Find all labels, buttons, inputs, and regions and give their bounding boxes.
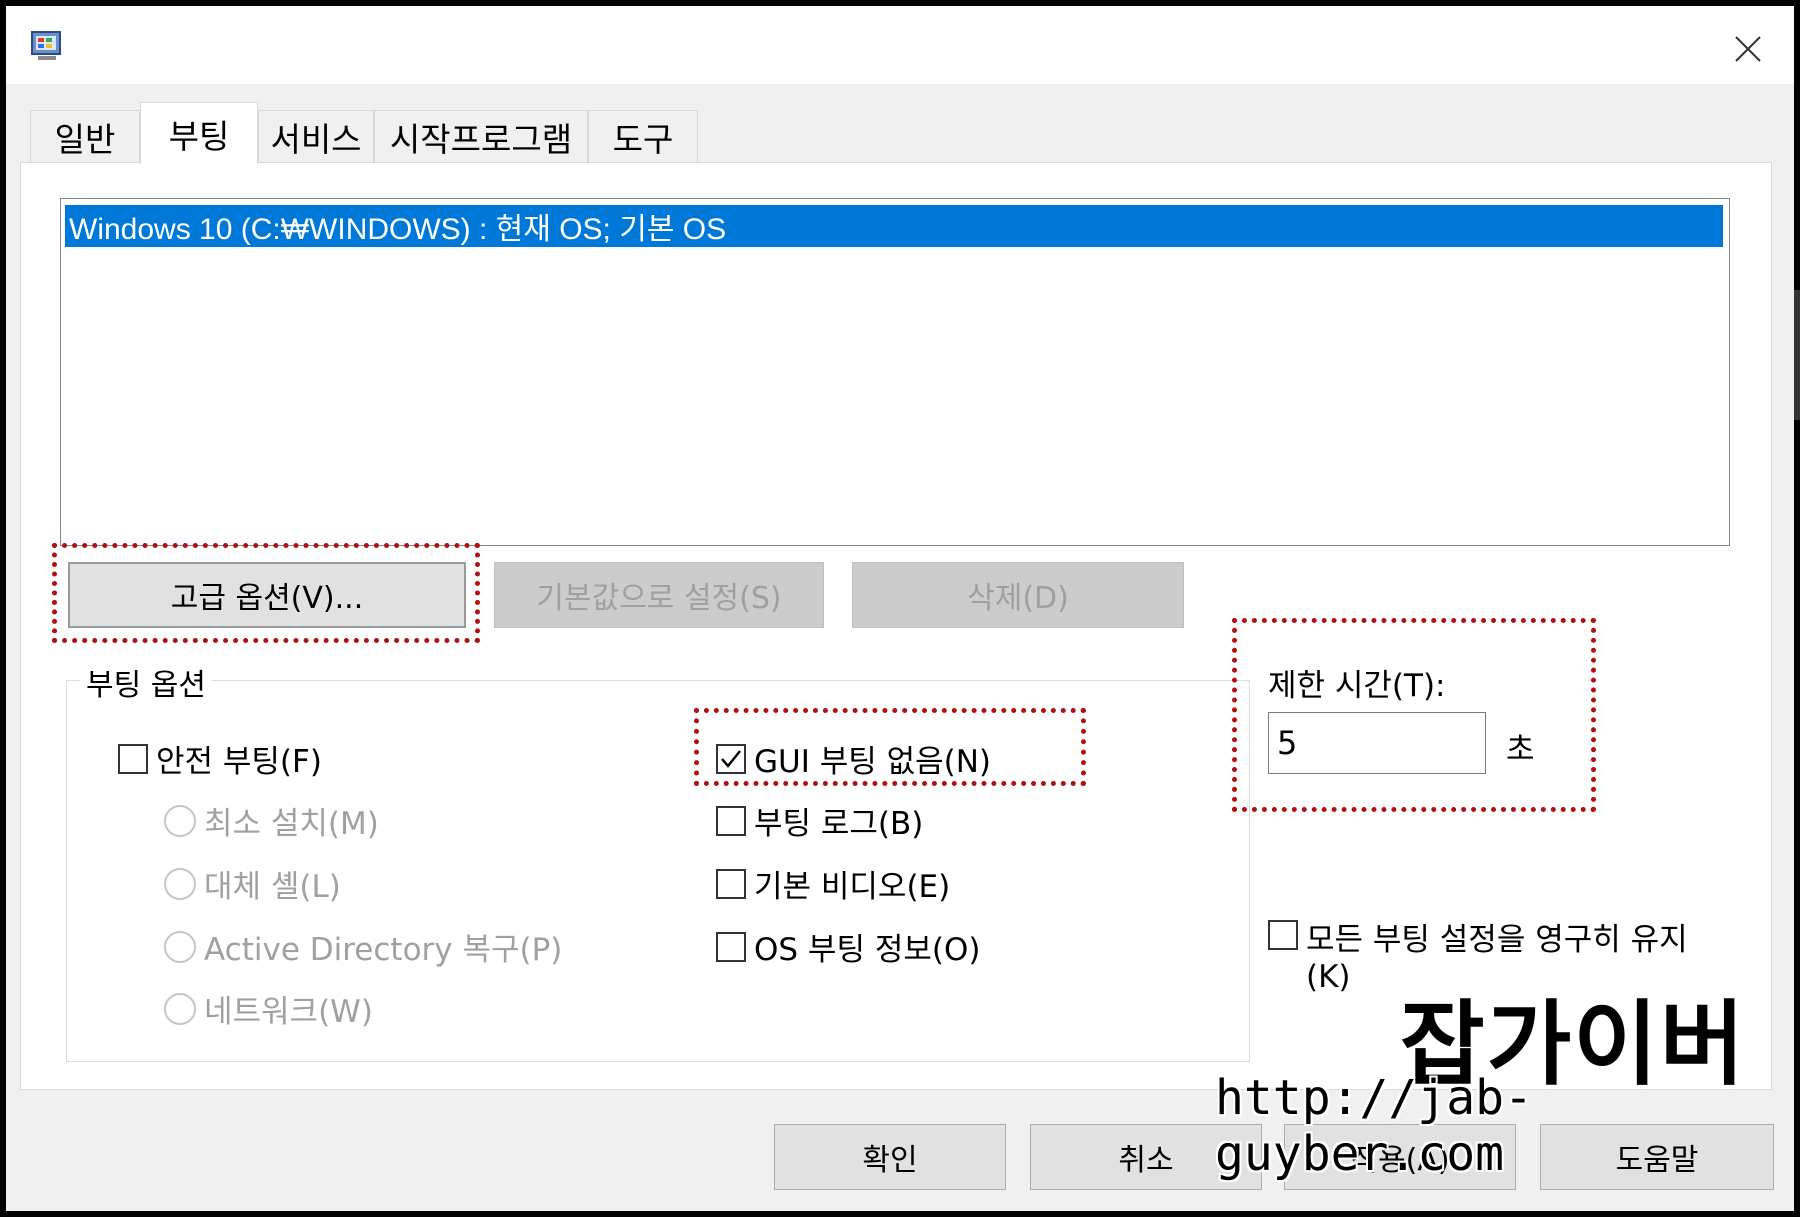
- boot-log-checkbox[interactable]: [716, 805, 746, 836]
- network-option[interactable]: 네트워크(W): [164, 986, 373, 1031]
- minimal-label: 최소 설치(M): [204, 806, 379, 842]
- tab-boot[interactable]: 부팅: [140, 102, 258, 164]
- highlight-advanced-options: [52, 543, 480, 643]
- safe-boot-option[interactable]: 안전 부팅(F): [118, 736, 322, 781]
- ok-button[interactable]: 확인: [774, 1124, 1006, 1190]
- set-default-button[interactable]: 기본값으로 설정(S): [494, 562, 824, 628]
- os-boot-info-checkbox[interactable]: [716, 931, 746, 962]
- close-button[interactable]: [1710, 16, 1786, 82]
- highlight-timeout: [1232, 618, 1596, 812]
- ad-repair-option[interactable]: Active Directory 복구(P): [164, 924, 562, 969]
- tab-tools[interactable]: 도구: [588, 110, 698, 162]
- os-boot-info-label: OS 부팅 정보(O): [754, 932, 981, 968]
- network-radio[interactable]: [164, 992, 196, 1025]
- title-bar: [6, 6, 1794, 84]
- base-video-option[interactable]: 기본 비디오(E): [716, 861, 950, 906]
- alternate-shell-radio[interactable]: [164, 867, 196, 900]
- os-list-item-selected[interactable]: Windows 10 (C:₩WINDOWS) : 현재 OS; 기본 OS: [65, 205, 1723, 247]
- minimal-option[interactable]: 최소 설치(M): [164, 798, 379, 843]
- os-listbox[interactable]: Windows 10 (C:₩WINDOWS) : 현재 OS; 기본 OS: [60, 198, 1730, 546]
- make-permanent-line2: (K): [1306, 959, 1351, 995]
- boot-log-option[interactable]: 부팅 로그(B): [716, 798, 923, 843]
- base-video-checkbox[interactable]: [716, 868, 746, 899]
- close-icon: [1735, 36, 1761, 62]
- network-label: 네트워크(W): [204, 994, 373, 1030]
- tab-services[interactable]: 서비스: [258, 110, 374, 162]
- highlight-no-gui: [694, 708, 1086, 786]
- boot-options-legend: 부팅 옵션: [80, 660, 212, 704]
- tab-startup[interactable]: 시작프로그램: [374, 110, 588, 162]
- boot-log-label: 부팅 로그(B): [754, 806, 924, 842]
- base-video-label: 기본 비디오(E): [754, 869, 951, 905]
- ad-repair-radio[interactable]: [164, 930, 196, 963]
- ad-repair-label: Active Directory 복구(P): [204, 932, 563, 968]
- minimal-radio[interactable]: [164, 804, 196, 837]
- os-boot-info-option[interactable]: OS 부팅 정보(O): [716, 924, 980, 969]
- watermark-url: http://jab-guyber.com: [1215, 1070, 1533, 1182]
- delete-button[interactable]: 삭제(D): [852, 562, 1184, 628]
- make-permanent-checkbox[interactable]: [1268, 920, 1298, 950]
- alternate-shell-label: 대체 셸(L): [204, 869, 341, 905]
- make-permanent-line1: 모든 부팅 설정을 영구히 유지: [1306, 922, 1688, 958]
- alternate-shell-option[interactable]: 대체 셸(L): [164, 861, 341, 906]
- screen-edge: [1794, 290, 1800, 420]
- safe-boot-checkbox[interactable]: [118, 743, 148, 774]
- safe-boot-label: 안전 부팅(F): [156, 744, 322, 780]
- tab-general[interactable]: 일반: [30, 110, 140, 162]
- msconfig-icon: [28, 26, 68, 66]
